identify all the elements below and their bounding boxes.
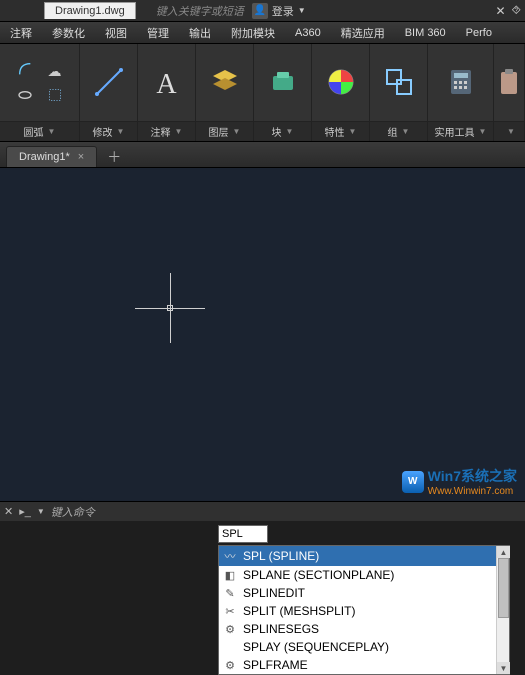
document-tab-active[interactable]: Drawing1* × bbox=[6, 146, 97, 167]
ribbon-tab[interactable]: BIM 360 bbox=[395, 27, 456, 39]
autocomplete-item[interactable]: ✎ SPLINEDIT bbox=[219, 584, 509, 602]
ribbon-tab[interactable]: 注释 bbox=[0, 25, 42, 41]
document-tab-label: Drawing1* bbox=[19, 151, 70, 163]
panel-label[interactable]: 块▼ bbox=[254, 121, 311, 141]
ribbon-tab[interactable]: 输出 bbox=[179, 25, 221, 41]
search-hint[interactable]: 键入关键字或短语 bbox=[156, 3, 244, 19]
user-avatar-icon: 👤 bbox=[252, 3, 268, 19]
panel-label[interactable]: 注释▼ bbox=[138, 121, 195, 141]
panel-label[interactable]: 实用工具▼ bbox=[428, 121, 493, 141]
login-label: 登录 bbox=[272, 3, 294, 19]
autocomplete-item[interactable]: ⚙ SPLFRAME bbox=[219, 656, 509, 674]
document-tabs: Drawing1* × ＋ bbox=[0, 142, 525, 168]
ribbon-panel-layers: 图层▼ bbox=[196, 44, 254, 141]
ribbon-panel-extra: ▼ bbox=[494, 44, 525, 141]
command-prompt: 键入命令 bbox=[51, 504, 95, 520]
ribbon-panel-arc: ☁ 圆弧▼ bbox=[0, 44, 80, 141]
block-icon[interactable] bbox=[267, 66, 299, 103]
suggestion-text: SPL (SPLINE) bbox=[243, 549, 319, 563]
panel-label[interactable]: 修改▼ bbox=[80, 121, 137, 141]
chevron-down-icon: ▼ bbox=[233, 127, 241, 136]
modify-icon[interactable] bbox=[93, 66, 125, 103]
ribbon-tabs: 注释 参数化 视图 管理 输出 附加模块 A360 精选应用 BIM 360 P… bbox=[0, 22, 525, 44]
suggestion-text: SPLINEDIT bbox=[243, 586, 305, 600]
gear-icon: ⚙ bbox=[223, 659, 237, 672]
command-line[interactable]: ✕ ▸_ ▼ 键入命令 bbox=[0, 501, 525, 521]
cloud-icon[interactable]: ☁ bbox=[48, 63, 62, 80]
panel-label[interactable]: 组▼ bbox=[370, 121, 427, 141]
pencil-icon: ✎ bbox=[223, 587, 237, 600]
layers-icon[interactable] bbox=[209, 66, 241, 103]
spline-icon: 〰 bbox=[223, 548, 237, 564]
exchange-icon[interactable]: ✕ bbox=[495, 4, 505, 18]
ribbon-panel-utilities: 实用工具▼ bbox=[428, 44, 494, 141]
ribbon-tab[interactable]: 附加模块 bbox=[221, 25, 285, 41]
panel-label[interactable]: 圆弧▼ bbox=[0, 121, 79, 141]
gear-icon: ⚙ bbox=[223, 623, 237, 636]
ribbon-panel-block: 块▼ bbox=[254, 44, 312, 141]
drawing-canvas[interactable]: 〰 SPL (SPLINE) ◧ SPLANE (SECTIONPLANE) ✎… bbox=[0, 168, 525, 508]
chevron-down-icon: ▼ bbox=[48, 127, 56, 136]
ribbon-tab[interactable]: 精选应用 bbox=[331, 25, 395, 41]
ribbon-panel-annotate: A 注释▼ bbox=[138, 44, 196, 141]
ribbon-tab[interactable]: 视图 bbox=[95, 25, 137, 41]
section-plane-icon: ◧ bbox=[223, 569, 237, 582]
login-block[interactable]: 👤 登录 ▼ bbox=[252, 3, 306, 19]
chevron-down-icon: ▼ bbox=[507, 127, 515, 136]
chevron-down-icon: ▼ bbox=[175, 127, 183, 136]
group-icon[interactable] bbox=[383, 66, 415, 103]
autocomplete-item[interactable]: SPLAY (SEQUENCEPLAY) bbox=[219, 638, 509, 656]
ribbon-panel-group: 组▼ bbox=[370, 44, 428, 141]
ribbon-tab[interactable]: 管理 bbox=[137, 25, 179, 41]
dropdown-icon[interactable]: ▼ bbox=[37, 507, 45, 516]
suggestion-text: SPLINESEGS bbox=[243, 622, 319, 636]
login-dropdown-icon: ▼ bbox=[298, 6, 306, 15]
title-bar: Drawing1.dwg 键入关键字或短语 👤 登录 ▼ ✕ ⯑ bbox=[0, 0, 525, 22]
panel-label[interactable]: 图层▼ bbox=[196, 121, 253, 141]
dynamic-input[interactable] bbox=[218, 525, 268, 543]
color-wheel-icon[interactable] bbox=[325, 66, 357, 103]
chevron-down-icon: ▼ bbox=[402, 127, 410, 136]
chevron-down-icon: ▼ bbox=[286, 127, 294, 136]
arc-icon[interactable] bbox=[17, 61, 33, 82]
scroll-up-icon[interactable]: ▲ bbox=[497, 546, 510, 558]
chevron-down-icon: ▼ bbox=[479, 127, 487, 136]
autocomplete-item[interactable]: ⚙ SPLINESEGS bbox=[219, 620, 509, 638]
filename-tab: Drawing1.dwg bbox=[44, 2, 136, 19]
panel-label[interactable]: ▼ bbox=[494, 121, 524, 141]
ribbon: ☁ 圆弧▼ 修改▼ A 注释▼ 图层▼ 块▼ 特性▼ 组▼ 实用工具▼ ▼ bbox=[0, 44, 525, 142]
clipboard-icon[interactable] bbox=[493, 66, 525, 103]
autocomplete-item[interactable]: ◧ SPLANE (SECTIONPLANE) bbox=[219, 566, 509, 584]
autocomplete-popup: 〰 SPL (SPLINE) ◧ SPLANE (SECTIONPLANE) ✎… bbox=[218, 545, 510, 675]
split-icon: ✂ bbox=[223, 605, 237, 618]
autocomplete-scrollbar[interactable]: ▲ ▼ bbox=[496, 546, 509, 674]
close-icon[interactable]: ✕ bbox=[4, 505, 13, 518]
ellipse-icon[interactable] bbox=[17, 87, 33, 108]
autocomplete-item[interactable]: ✂ SPLIT (MESHSPLIT) bbox=[219, 602, 509, 620]
ribbon-tab[interactable]: Perfo bbox=[456, 27, 502, 39]
new-tab-button[interactable]: ＋ bbox=[97, 147, 131, 167]
ribbon-panel-modify: 修改▼ bbox=[80, 44, 138, 141]
calculator-icon[interactable] bbox=[445, 66, 477, 103]
chevron-down-icon: ▼ bbox=[349, 127, 357, 136]
panel-label[interactable]: 特性▼ bbox=[312, 121, 369, 141]
suggestion-text: SPLFRAME bbox=[243, 658, 308, 672]
help-icon[interactable]: ⯑ bbox=[512, 3, 521, 18]
close-icon[interactable]: × bbox=[78, 151, 84, 163]
history-icon[interactable]: ▸_ bbox=[19, 505, 31, 518]
ribbon-tab[interactable]: 参数化 bbox=[42, 25, 95, 41]
suggestion-text: SPLANE (SECTIONPLANE) bbox=[243, 568, 394, 582]
ribbon-tab[interactable]: A360 bbox=[285, 27, 331, 39]
ribbon-panel-properties: 特性▼ bbox=[312, 44, 370, 141]
autocomplete-item[interactable]: 〰 SPL (SPLINE) bbox=[219, 546, 509, 566]
suggestion-text: SPLAY (SEQUENCEPLAY) bbox=[243, 640, 389, 654]
select-rect-icon[interactable] bbox=[47, 87, 63, 108]
text-icon[interactable]: A bbox=[156, 69, 176, 101]
scroll-down-icon[interactable]: ▼ bbox=[497, 662, 510, 674]
scroll-thumb[interactable] bbox=[498, 558, 509, 618]
suggestion-text: SPLIT (MESHSPLIT) bbox=[243, 604, 355, 618]
chevron-down-icon: ▼ bbox=[117, 127, 125, 136]
